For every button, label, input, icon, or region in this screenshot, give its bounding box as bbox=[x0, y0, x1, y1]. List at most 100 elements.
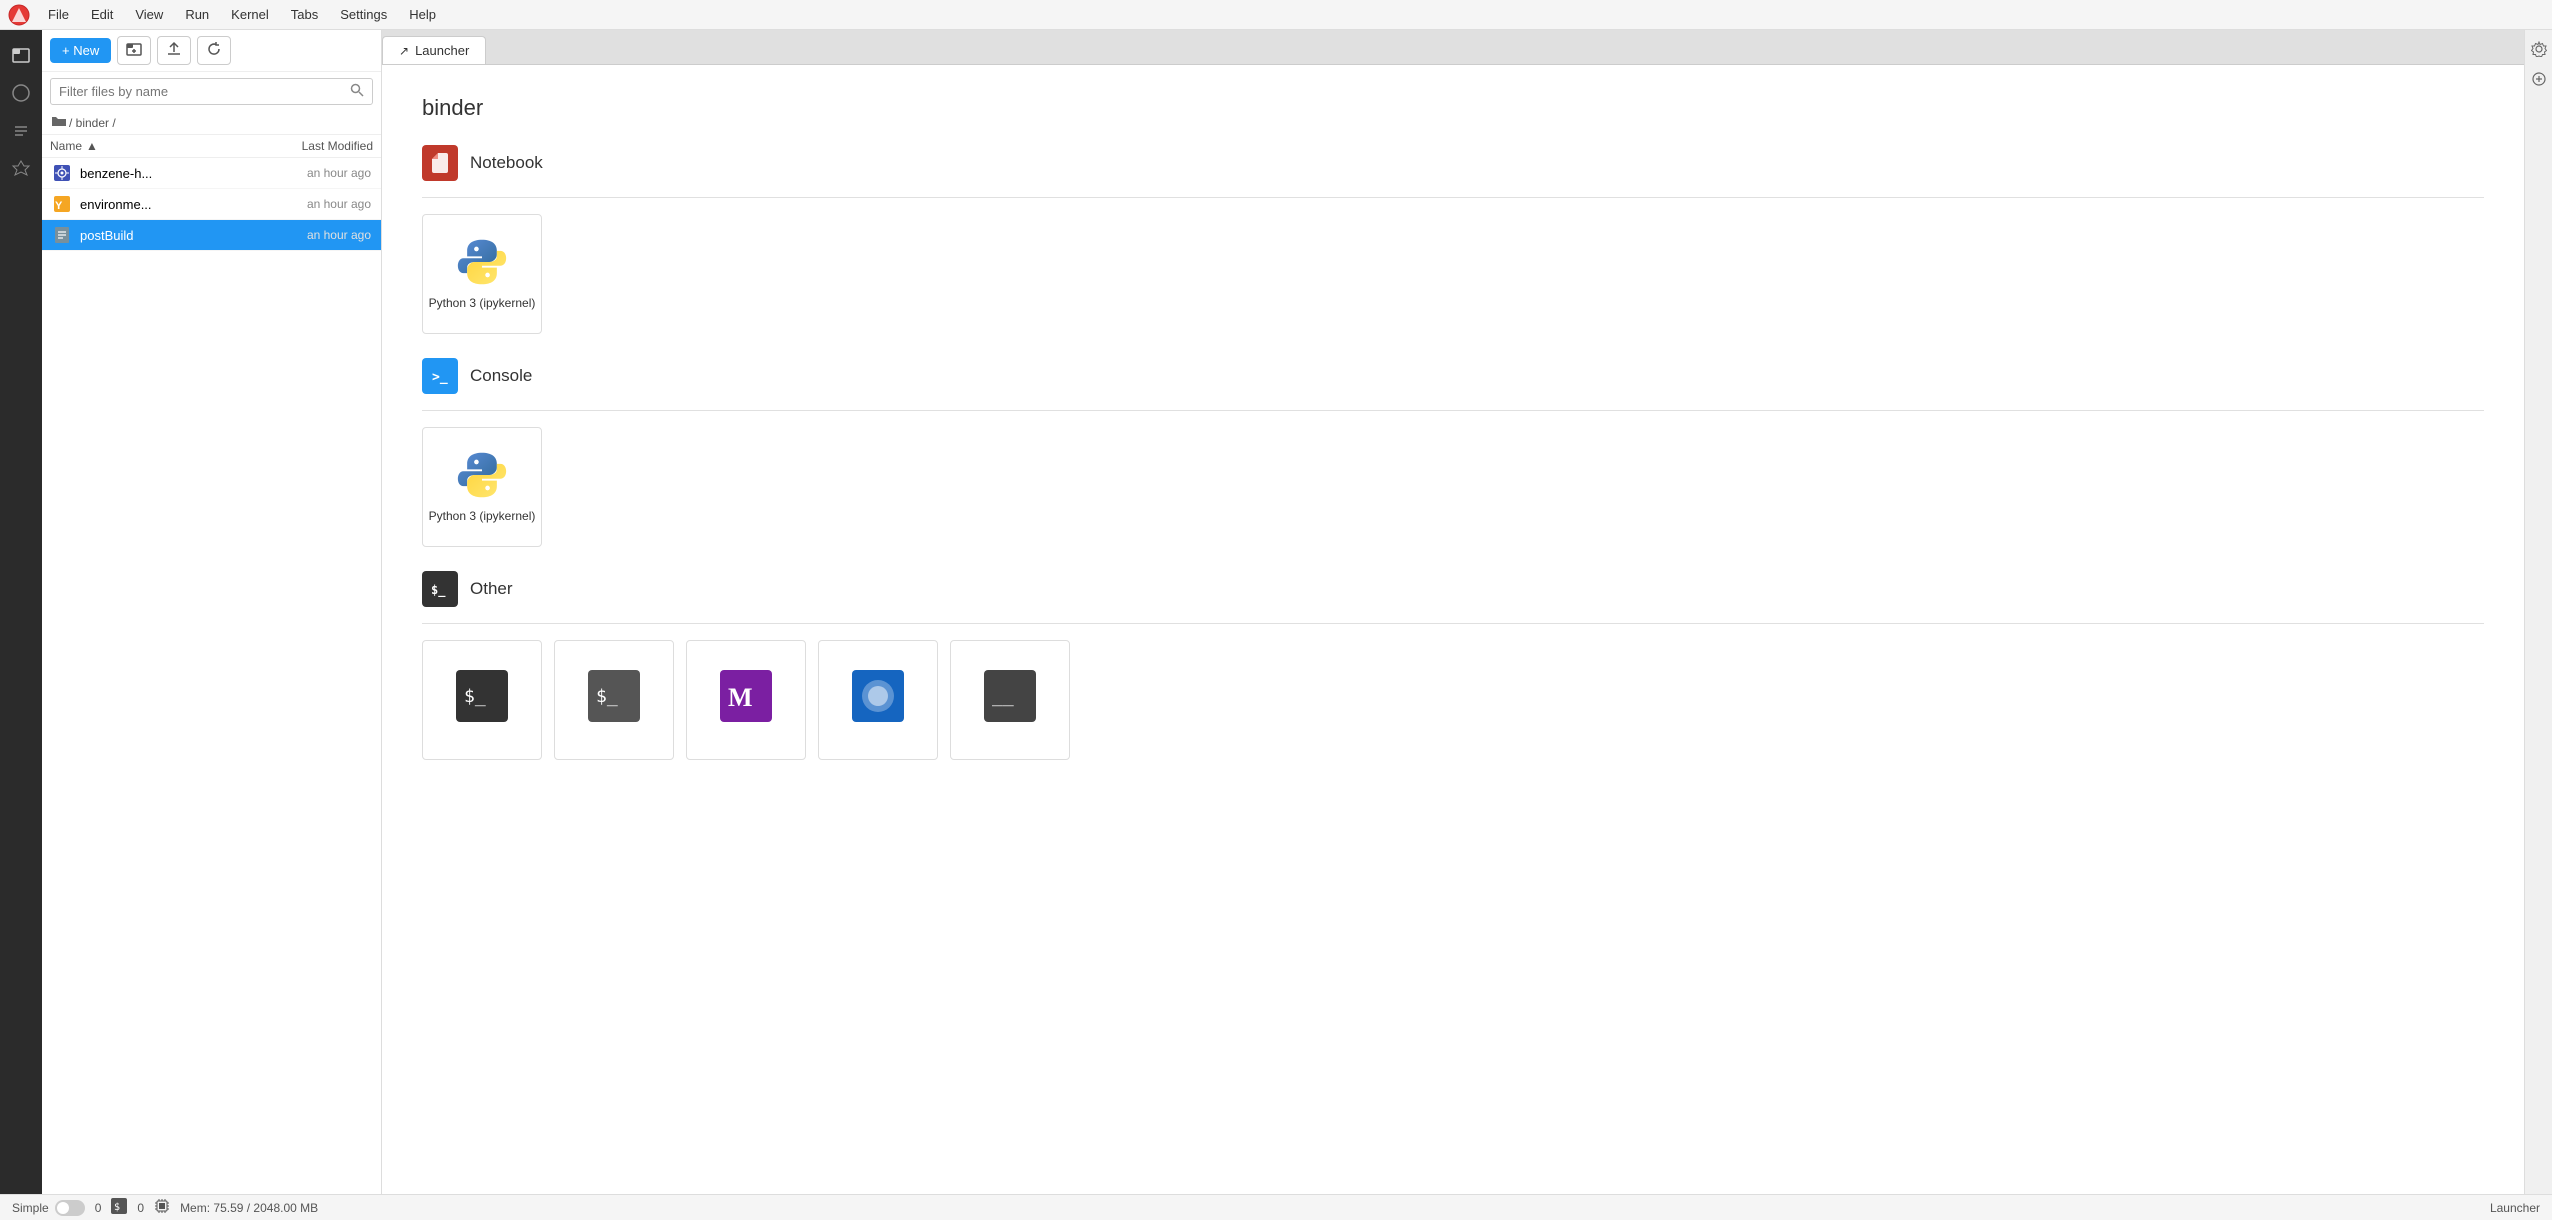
tab-icon: ↗ bbox=[399, 44, 409, 58]
svg-text:Y: Y bbox=[55, 200, 63, 212]
file-modified: an hour ago bbox=[261, 197, 371, 211]
right-sidebar bbox=[2524, 30, 2552, 1194]
sidebar-toc-btn[interactable] bbox=[4, 114, 38, 148]
other-kernels: $_ $_ M bbox=[422, 640, 2484, 760]
other-section-heading: $_ Other bbox=[422, 571, 2484, 607]
tab-bar: ↗ Launcher bbox=[382, 30, 2524, 65]
svg-text:__: __ bbox=[992, 686, 1014, 707]
other-divider bbox=[422, 623, 2484, 624]
sort-arrow-icon: ▲ bbox=[86, 139, 98, 153]
search-icon bbox=[350, 83, 364, 100]
menubar: File Edit View Run Kernel Tabs Settings … bbox=[0, 0, 2552, 30]
main-layout: + New bbox=[0, 30, 2552, 1194]
icon-sidebar bbox=[0, 30, 42, 1194]
menu-kernel[interactable]: Kernel bbox=[221, 4, 279, 25]
menu-file[interactable]: File bbox=[38, 4, 79, 25]
memory-status: Mem: 75.59 / 2048.00 MB bbox=[180, 1201, 318, 1215]
notebook-section-title: Notebook bbox=[470, 153, 543, 173]
modified-column-label: Last Modified bbox=[253, 139, 373, 153]
status-dollar-icon: $ bbox=[111, 1198, 127, 1217]
file-name: postBuild bbox=[80, 228, 261, 243]
menu-settings[interactable]: Settings bbox=[330, 4, 397, 25]
search-box[interactable] bbox=[50, 78, 373, 105]
new-button[interactable]: + New bbox=[50, 38, 111, 63]
other-card-3[interactable]: M bbox=[686, 640, 806, 760]
svg-text:M: M bbox=[728, 683, 753, 712]
sidebar-running-btn[interactable] bbox=[4, 76, 38, 110]
folder-icon bbox=[52, 115, 66, 130]
launcher-title: binder bbox=[422, 95, 2484, 121]
console-divider bbox=[422, 410, 2484, 411]
launcher-content: binder Notebook bbox=[382, 65, 2524, 1194]
file-icon-cube bbox=[52, 163, 72, 183]
sort-name[interactable]: Name ▲ bbox=[50, 139, 253, 153]
file-name: benzene-h... bbox=[80, 166, 261, 181]
python3-console-label: Python 3 (ipykernel) bbox=[429, 509, 536, 525]
file-list: benzene-h... an hour ago Y environme... … bbox=[42, 158, 381, 1194]
file-item-postbuild[interactable]: postBuild an hour ago bbox=[42, 220, 381, 251]
file-panel: + New bbox=[42, 30, 382, 1194]
new-folder-button[interactable] bbox=[117, 36, 151, 65]
file-icon-yaml: Y bbox=[52, 194, 72, 214]
status-cpu-icon bbox=[154, 1198, 170, 1217]
statusbar-left: Simple 0 $ 0 bbox=[12, 1198, 318, 1217]
name-column-label: Name bbox=[50, 139, 82, 153]
python3-notebook-card[interactable]: Python 3 (ipykernel) bbox=[422, 214, 542, 334]
svg-text:>_: >_ bbox=[432, 370, 448, 385]
right-settings-btn[interactable] bbox=[2528, 38, 2550, 60]
notebook-icon bbox=[422, 145, 458, 181]
upload-button[interactable] bbox=[157, 36, 191, 65]
menu-help[interactable]: Help bbox=[399, 4, 446, 25]
console-kernels: Python 3 (ipykernel) bbox=[422, 427, 2484, 547]
simple-toggle-group: Simple bbox=[12, 1200, 85, 1216]
file-list-header: Name ▲ Last Modified bbox=[42, 135, 381, 158]
file-toolbar: + New bbox=[42, 30, 381, 72]
refresh-button[interactable] bbox=[197, 36, 231, 65]
sidebar-files-btn[interactable] bbox=[4, 38, 38, 72]
other-card-1[interactable]: $_ bbox=[422, 640, 542, 760]
launcher-tab[interactable]: ↗ Launcher bbox=[382, 36, 486, 64]
simple-label: Simple bbox=[12, 1201, 49, 1215]
other-card-5[interactable]: __ bbox=[950, 640, 1070, 760]
console-section-heading: >_ Console bbox=[422, 358, 2484, 394]
content-area: ↗ Launcher binder Notebook bbox=[382, 30, 2524, 1194]
other-section-title: Other bbox=[470, 579, 513, 599]
toggle-knob bbox=[57, 1202, 69, 1214]
menu-tabs[interactable]: Tabs bbox=[281, 4, 328, 25]
file-item-environment[interactable]: Y environme... an hour ago bbox=[42, 189, 381, 220]
console-section-title: Console bbox=[470, 366, 532, 386]
right-settings-btn2[interactable] bbox=[2528, 68, 2550, 90]
other-icon: $_ bbox=[422, 571, 458, 607]
file-modified: an hour ago bbox=[261, 228, 371, 242]
status-number1: 0 bbox=[95, 1201, 102, 1215]
simple-toggle[interactable] bbox=[55, 1200, 85, 1216]
notebook-section-heading: Notebook bbox=[422, 145, 2484, 181]
python3-notebook-label: Python 3 (ipykernel) bbox=[429, 296, 536, 312]
menu-view[interactable]: View bbox=[125, 4, 173, 25]
other-card-4[interactable] bbox=[818, 640, 938, 760]
file-name: environme... bbox=[80, 197, 261, 212]
notebook-kernels: Python 3 (ipykernel) bbox=[422, 214, 2484, 334]
other-card-2[interactable]: $_ bbox=[554, 640, 674, 760]
svg-text:$: $ bbox=[114, 1202, 120, 1213]
statusbar-right-label: Launcher bbox=[2490, 1201, 2540, 1215]
menu-run[interactable]: Run bbox=[175, 4, 219, 25]
tab-label: Launcher bbox=[415, 43, 469, 58]
notebook-divider bbox=[422, 197, 2484, 198]
app-logo bbox=[8, 4, 30, 26]
menu-edit[interactable]: Edit bbox=[81, 4, 123, 25]
statusbar: Simple 0 $ 0 bbox=[0, 1194, 2552, 1220]
svg-text:$_: $_ bbox=[464, 686, 486, 707]
search-input[interactable] bbox=[59, 84, 350, 99]
sidebar-extension-btn[interactable] bbox=[4, 152, 38, 186]
breadcrumb: / binder / bbox=[42, 111, 381, 135]
python3-console-card[interactable]: Python 3 (ipykernel) bbox=[422, 427, 542, 547]
statusbar-right: Launcher bbox=[2490, 1201, 2540, 1215]
status-number2: 0 bbox=[137, 1201, 144, 1215]
file-item-benzene[interactable]: benzene-h... an hour ago bbox=[42, 158, 381, 189]
svg-text:$_: $_ bbox=[596, 686, 618, 707]
file-modified: an hour ago bbox=[261, 166, 371, 180]
console-icon: >_ bbox=[422, 358, 458, 394]
svg-text:$_: $_ bbox=[431, 583, 446, 598]
breadcrumb-path[interactable]: / binder / bbox=[69, 116, 116, 130]
